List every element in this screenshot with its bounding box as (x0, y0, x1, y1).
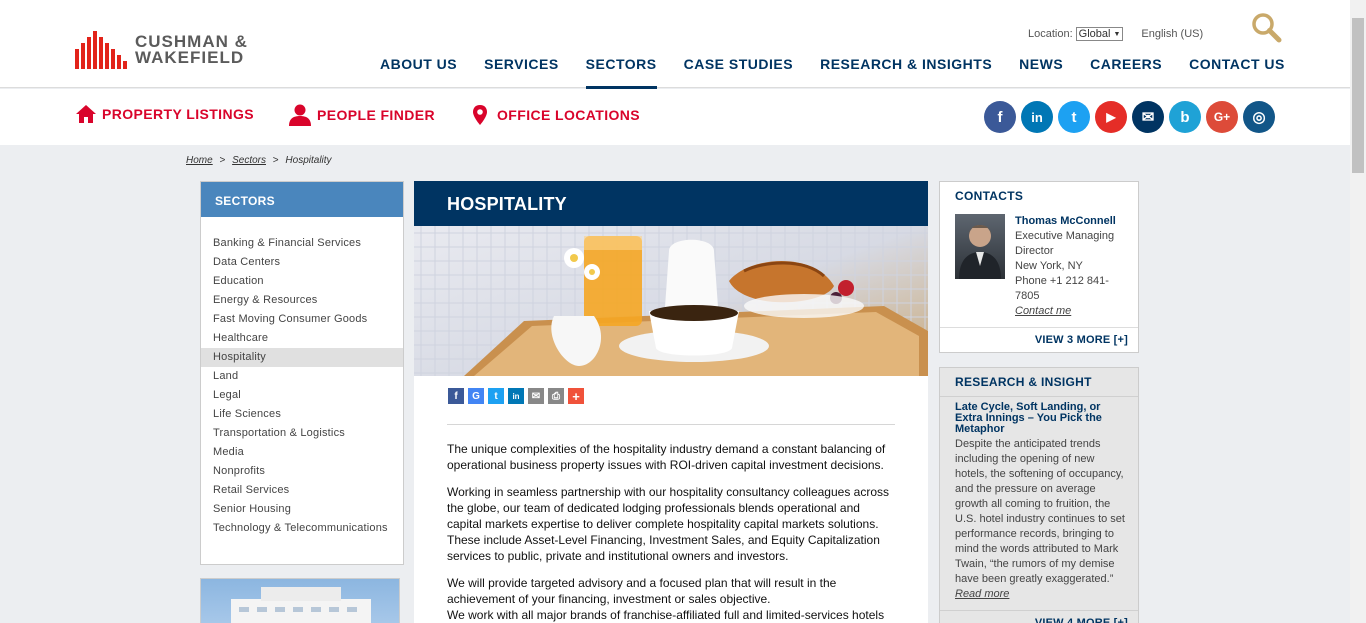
cushman-wakefield-logo[interactable]: CUSHMAN & WAKEFIELD (75, 30, 248, 70)
share-google-icon[interactable]: G (468, 388, 484, 404)
paragraph: We will provide targeted advisory and a … (447, 576, 837, 606)
contact-info: Thomas McConnell Executive Managing Dire… (1015, 214, 1124, 319)
page-title: HOSPITALITY (414, 181, 928, 226)
research-article-title[interactable]: Late Cycle, Soft Landing, or Extra Innin… (940, 397, 1138, 435)
logo-wordmark: CUSHMAN & WAKEFIELD (135, 32, 248, 67)
share-email-icon[interactable]: ✉ (528, 388, 544, 404)
research-insight-box: RESEARCH & INSIGHT Late Cycle, Soft Land… (939, 367, 1139, 623)
sidebar-item-fmcg[interactable]: Fast Moving Consumer Goods (201, 310, 403, 329)
share-bar: f G t in ✉ ⎙ + (448, 388, 584, 404)
nav-careers[interactable]: CAREERS (1090, 55, 1162, 89)
contact-name[interactable]: Thomas McConnell (1015, 214, 1124, 229)
sidebar-item-nonprofits[interactable]: Nonprofits (201, 462, 403, 481)
person-icon (289, 104, 311, 126)
breadcrumb: Home > Sectors > Hospitality (186, 155, 332, 166)
nav-about-us[interactable]: ABOUT US (380, 55, 457, 89)
hospitality-hero-image (414, 226, 928, 376)
sidebar-item-technology[interactable]: Technology & Telecommunications (201, 519, 403, 538)
share-linkedin-icon[interactable]: in (508, 388, 524, 404)
location-select[interactable]: Global ▼ (1075, 27, 1124, 41)
sidebar-item-transportation[interactable]: Transportation & Logistics (201, 424, 403, 443)
sectors-list: Banking & Financial Services Data Center… (201, 217, 403, 538)
share-facebook-icon[interactable]: f (448, 388, 464, 404)
utility-bar: Location: Global ▼ English (US) (1028, 27, 1203, 41)
contacts-title: CONTACTS (955, 189, 1024, 203)
location-label: Location: (1028, 28, 1073, 40)
paragraph: Working in seamless partnership with our… (447, 485, 889, 563)
breadcrumb-sectors[interactable]: Sectors (232, 155, 266, 166)
sidebar-item-retail[interactable]: Retail Services (201, 481, 403, 500)
divider (447, 424, 895, 425)
page-scrollbar[interactable] (1350, 0, 1366, 623)
map-pin-icon (473, 105, 487, 125)
contact-city: New York, NY (1015, 260, 1083, 272)
view-more-contacts-button[interactable]: VIEW 3 MORE [+] (940, 327, 1138, 352)
breadcrumb-current: Hospitality (285, 155, 332, 166)
view-more-research-button[interactable]: VIEW 4 MORE [+] (940, 610, 1138, 623)
read-more-link[interactable]: Read more (955, 588, 1009, 600)
breadcrumb-home[interactable]: Home (186, 155, 213, 166)
sidebar-item-legal[interactable]: Legal (201, 386, 403, 405)
scrollbar-thumb[interactable] (1352, 18, 1364, 173)
googleplus-icon[interactable]: G+ (1206, 101, 1238, 133)
linkedin-icon[interactable]: in (1021, 101, 1053, 133)
instagram-icon[interactable]: ◎ (1243, 101, 1275, 133)
blog-icon[interactable]: b (1169, 101, 1201, 133)
paragraph: We work with all major brands of franchi… (447, 608, 885, 622)
nav-news[interactable]: NEWS (1019, 55, 1063, 89)
language-link[interactable]: English (US) (1141, 28, 1203, 40)
youtube-icon[interactable]: ▶ (1095, 101, 1127, 133)
contact-me-link[interactable]: Contact me (1015, 304, 1124, 319)
share-twitter-icon[interactable]: t (488, 388, 504, 404)
contact-card: Thomas McConnell Executive Managing Dire… (940, 210, 1138, 319)
logo-mark-icon (75, 31, 129, 69)
article-body: The unique complexities of the hospitali… (447, 441, 897, 623)
contact-phone: Phone +1 212 841-7805 (1015, 275, 1109, 302)
contact-role: Executive Managing Director (1015, 230, 1115, 257)
main-nav: ABOUT US SERVICES SECTORS CASE STUDIES R… (380, 55, 1312, 89)
home-icon (76, 105, 96, 123)
share-more-icon[interactable]: + (568, 388, 584, 404)
breadcrumb-separator: > (219, 155, 226, 166)
contact-photo (955, 214, 1005, 279)
nav-case-studies[interactable]: CASE STUDIES (684, 55, 793, 89)
facebook-icon[interactable]: f (984, 101, 1016, 133)
nav-services[interactable]: SERVICES (484, 55, 559, 89)
paragraph: The unique complexities of the hospitali… (447, 442, 886, 472)
sidebar-item-senior-housing[interactable]: Senior Housing (201, 500, 403, 519)
sidebar-item-media[interactable]: Media (201, 443, 403, 462)
breadcrumb-separator: > (272, 155, 279, 166)
research-title: RESEARCH & INSIGHT (940, 368, 1138, 397)
sidebar-item-healthcare[interactable]: Healthcare (201, 329, 403, 348)
main-content: HOSPITALITY f G t in ✉ ⎙ + The unique co… (414, 181, 928, 623)
nav-research-insights[interactable]: RESEARCH & INSIGHTS (820, 55, 992, 89)
sidebar-item-life-sciences[interactable]: Life Sciences (201, 405, 403, 424)
property-listings-link[interactable]: PROPERTY LISTINGS (75, 104, 254, 124)
sidebar-item-land[interactable]: Land (201, 367, 403, 386)
office-locations-link[interactable]: OFFICE LOCATIONS (472, 104, 640, 126)
quick-links-bar: PROPERTY LISTINGS PEOPLE FINDER OFFICE L… (0, 89, 1350, 145)
people-finder-link[interactable]: PEOPLE FINDER (288, 104, 435, 126)
sidebar-item-data-centers[interactable]: Data Centers (201, 253, 403, 272)
sidebar-item-banking[interactable]: Banking & Financial Services (201, 234, 403, 253)
twitter-icon[interactable]: t (1058, 101, 1090, 133)
social-links: f in t ▶ ✉ b G+ ◎ (984, 101, 1275, 133)
research-article-excerpt: Despite the anticipated trends including… (955, 438, 1125, 600)
nav-contact-us[interactable]: CONTACT US (1189, 55, 1285, 89)
sidebar-promo-image[interactable] (200, 578, 400, 623)
sidebar-item-education[interactable]: Education (201, 272, 403, 291)
sidebar-item-hospitality[interactable]: Hospitality (201, 348, 403, 367)
chevron-down-icon: ▼ (1113, 30, 1121, 38)
nav-sectors[interactable]: SECTORS (585, 55, 657, 89)
email-icon[interactable]: ✉ (1132, 101, 1164, 133)
sidebar-item-energy[interactable]: Energy & Resources (201, 291, 403, 310)
site-header: CUSHMAN & WAKEFIELD Location: Global ▼ E… (0, 0, 1350, 89)
sectors-sidebar: SECTORS Banking & Financial Services Dat… (200, 181, 404, 565)
contacts-box: CONTACTS Thomas McConnell Executive Mana… (939, 181, 1139, 353)
share-print-icon[interactable]: ⎙ (548, 388, 564, 404)
sidebar-title: SECTORS (201, 182, 403, 217)
search-icon[interactable] (1250, 12, 1284, 44)
